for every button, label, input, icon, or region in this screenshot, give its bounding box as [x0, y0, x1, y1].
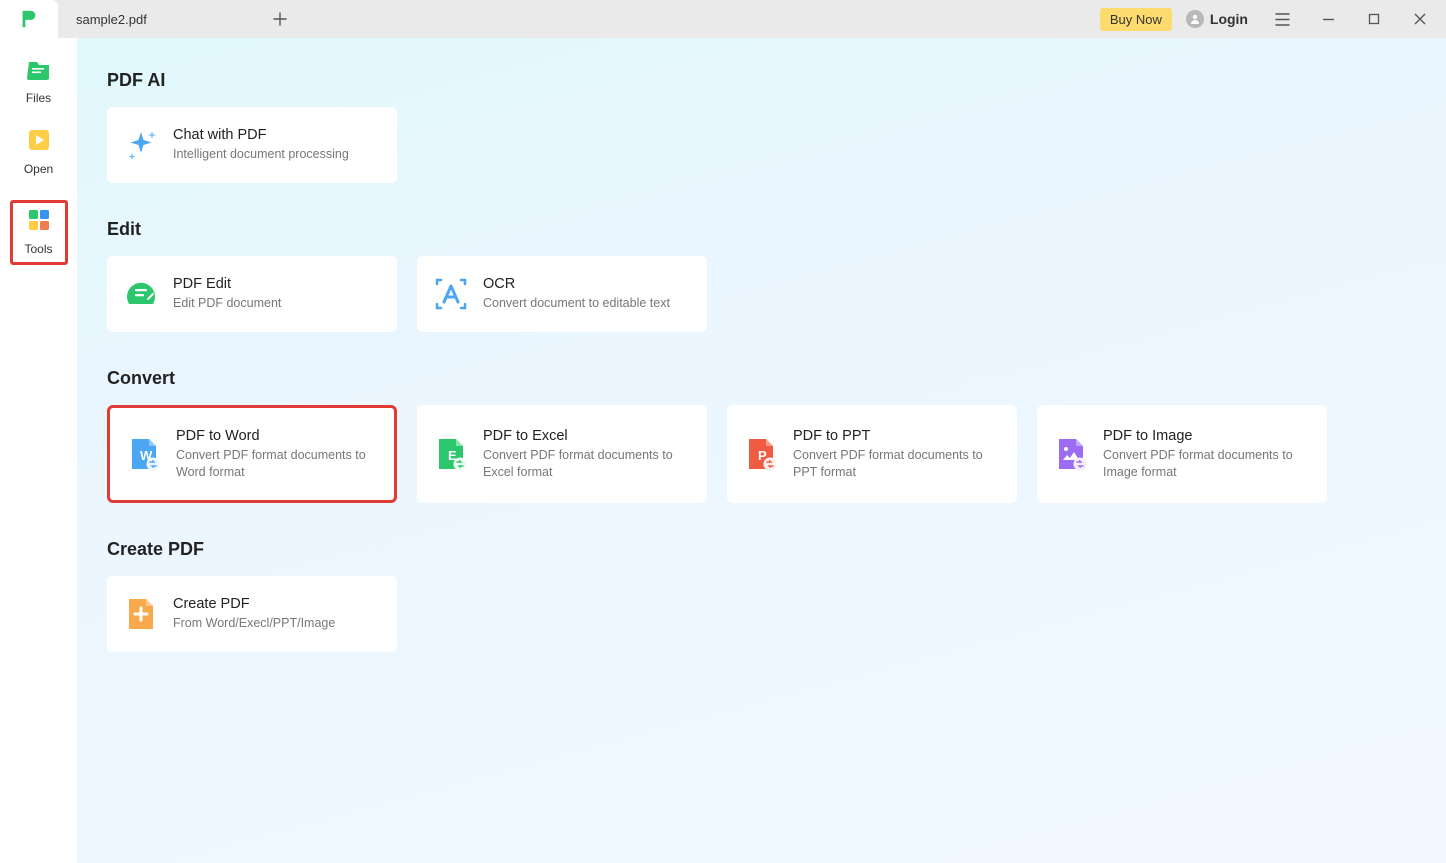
- card-title: Create PDF: [173, 596, 335, 612]
- card-pdf-edit[interactable]: PDF Edit Edit PDF document: [107, 256, 397, 332]
- card-desc: Intelligent document processing: [173, 146, 349, 163]
- app-logo-icon: [18, 8, 40, 30]
- tab-sample2[interactable]: sample2.pdf: [58, 0, 165, 38]
- card-title: PDF to Word: [176, 428, 378, 444]
- card-desc: Convert PDF format documents to PPT form…: [793, 447, 1001, 481]
- card-desc: Convert PDF format documents to Image fo…: [1103, 447, 1311, 481]
- card-desc: Edit PDF document: [173, 295, 281, 312]
- body: Files Open Tools PDF AI: [0, 38, 1446, 863]
- card-pdf-to-image[interactable]: PDF to Image Convert PDF format document…: [1037, 405, 1327, 503]
- tab-area: sample2.pdf: [58, 0, 295, 38]
- section-heading-pdf-ai: PDF AI: [107, 70, 1416, 91]
- cards-row-edit: PDF Edit Edit PDF document OCR Convert d…: [107, 256, 1416, 332]
- card-text: PDF Edit Edit PDF document: [173, 276, 281, 312]
- hamburger-menu-button[interactable]: [1262, 4, 1302, 34]
- minimize-icon: [1322, 13, 1335, 26]
- ppt-icon: P: [743, 436, 779, 472]
- minimize-button[interactable]: [1308, 4, 1348, 34]
- card-text: PDF to Word Convert PDF format documents…: [176, 428, 378, 481]
- sidebar-item-label: Files: [26, 91, 51, 105]
- card-desc: Convert PDF format documents to Word for…: [176, 447, 378, 481]
- titlebar-right: Buy Now Login: [1100, 4, 1446, 34]
- card-desc: Convert document to editable text: [483, 295, 670, 312]
- close-icon: [1414, 13, 1426, 25]
- card-desc: From Word/Execl/PPT/Image: [173, 615, 335, 632]
- card-ocr[interactable]: OCR Convert document to editable text: [417, 256, 707, 332]
- tools-icon: [28, 209, 50, 236]
- close-button[interactable]: [1400, 4, 1440, 34]
- sidebar-item-label: Tools: [24, 242, 52, 256]
- ocr-icon: [433, 276, 469, 312]
- section-heading-edit: Edit: [107, 219, 1416, 240]
- card-pdf-to-ppt[interactable]: P PDF to PPT Convert PDF format document…: [727, 405, 1017, 503]
- card-text: Create PDF From Word/Execl/PPT/Image: [173, 596, 335, 632]
- open-icon: [28, 129, 50, 156]
- tab-label: sample2.pdf: [76, 12, 147, 27]
- card-title: Chat with PDF: [173, 127, 349, 143]
- content: PDF AI Chat with PDF Intelligent documen…: [77, 38, 1446, 863]
- plus-icon: [273, 12, 287, 26]
- buy-now-button[interactable]: Buy Now: [1100, 8, 1172, 31]
- maximize-icon: [1368, 13, 1380, 25]
- section-heading-create: Create PDF: [107, 539, 1416, 560]
- sidebar-item-tools[interactable]: Tools: [10, 200, 68, 265]
- card-title: PDF to Image: [1103, 428, 1311, 444]
- pdf-edit-icon: [123, 276, 159, 312]
- card-text: PDF to Image Convert PDF format document…: [1103, 428, 1311, 481]
- sidebar-item-files[interactable]: Files: [10, 58, 68, 105]
- cards-row-convert: W PDF to Word Convert PDF format documen…: [107, 405, 1416, 503]
- card-pdf-to-excel[interactable]: E PDF to Excel Convert PDF format docume…: [417, 405, 707, 503]
- sidebar-item-label: Open: [24, 162, 53, 176]
- card-title: PDF to PPT: [793, 428, 1001, 444]
- card-title: OCR: [483, 276, 670, 292]
- sparkle-icon: [123, 127, 159, 163]
- sidebar: Files Open Tools: [0, 38, 77, 863]
- cards-row-create: Create PDF From Word/Execl/PPT/Image: [107, 576, 1416, 652]
- word-icon: W: [126, 436, 162, 472]
- login-button[interactable]: Login: [1178, 7, 1256, 31]
- sidebar-item-open[interactable]: Open: [10, 129, 68, 176]
- files-icon: [27, 58, 51, 85]
- card-pdf-to-word[interactable]: W PDF to Word Convert PDF format documen…: [107, 405, 397, 503]
- avatar-icon: [1186, 10, 1204, 28]
- section-heading-convert: Convert: [107, 368, 1416, 389]
- excel-icon: E: [433, 436, 469, 472]
- buy-now-label: Buy Now: [1110, 12, 1162, 27]
- image-icon: [1053, 436, 1089, 472]
- create-pdf-icon: [123, 596, 159, 632]
- card-title: PDF to Excel: [483, 428, 691, 444]
- new-tab-button[interactable]: [265, 4, 295, 34]
- card-text: PDF to PPT Convert PDF format documents …: [793, 428, 1001, 481]
- titlebar: sample2.pdf Buy Now Login: [0, 0, 1446, 38]
- login-label: Login: [1210, 11, 1248, 27]
- maximize-button[interactable]: [1354, 4, 1394, 34]
- card-title: PDF Edit: [173, 276, 281, 292]
- app-logo: [0, 0, 58, 38]
- card-text: Chat with PDF Intelligent document proce…: [173, 127, 349, 163]
- card-text: PDF to Excel Convert PDF format document…: [483, 428, 691, 481]
- hamburger-icon: [1275, 13, 1290, 26]
- card-create-pdf[interactable]: Create PDF From Word/Execl/PPT/Image: [107, 576, 397, 652]
- card-chat-with-pdf[interactable]: Chat with PDF Intelligent document proce…: [107, 107, 397, 183]
- card-text: OCR Convert document to editable text: [483, 276, 670, 312]
- cards-row-pdf-ai: Chat with PDF Intelligent document proce…: [107, 107, 1416, 183]
- card-desc: Convert PDF format documents to Excel fo…: [483, 447, 691, 481]
